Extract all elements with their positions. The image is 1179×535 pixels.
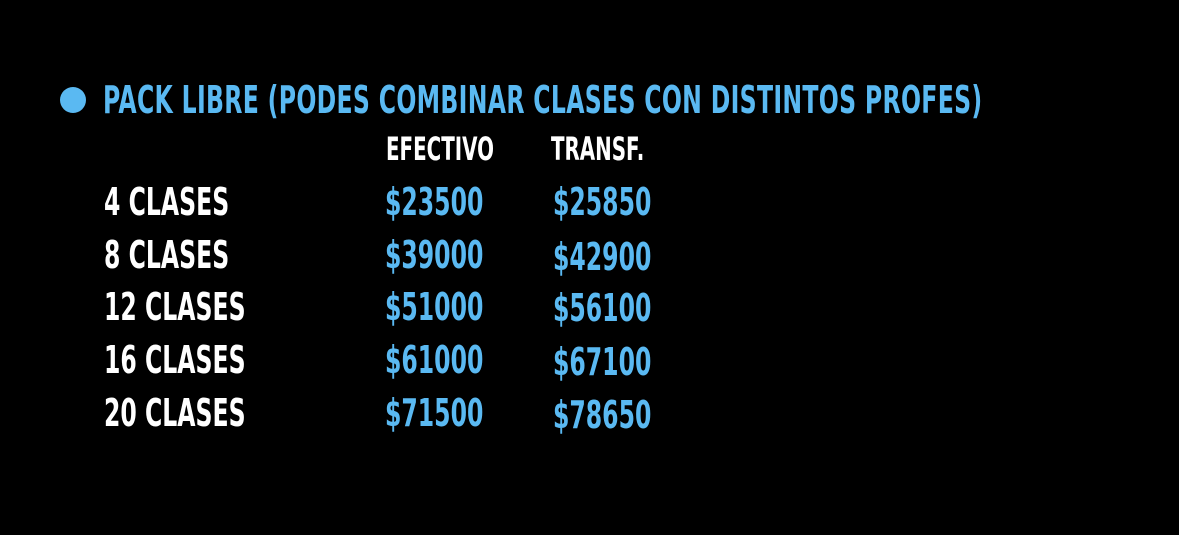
price-transfer-8-clases: $42900 bbox=[553, 235, 652, 279]
row-label-20-clases: 20 CLASES bbox=[104, 391, 246, 435]
pack-heading: PACK LIBRE (PODES COMBINAR CLASES CON DI… bbox=[60, 76, 1179, 124]
price-transfer-4-clases: $25850 bbox=[553, 180, 652, 224]
row-label-4-clases: 4 CLASES bbox=[104, 180, 230, 224]
price-cash-12-clases: $51000 bbox=[385, 285, 484, 329]
row-label-16-clases: 16 CLASES bbox=[104, 338, 246, 382]
column-header-transf: TRANSF. bbox=[551, 130, 645, 168]
column-header-efectivo: EFECTIVO bbox=[386, 130, 495, 168]
price-transfer-16-clases: $67100 bbox=[553, 340, 652, 384]
price-transfer-12-clases: $56100 bbox=[553, 286, 652, 330]
price-transfer-20-clases: $78650 bbox=[553, 393, 652, 437]
row-label-8-clases: 8 CLASES bbox=[104, 233, 230, 277]
pack-title: PACK LIBRE (PODES COMBINAR CLASES CON DI… bbox=[103, 78, 983, 122]
price-cash-4-clases: $23500 bbox=[385, 180, 484, 224]
row-label-12-clases: 12 CLASES bbox=[104, 285, 246, 329]
price-cash-20-clases: $71500 bbox=[385, 391, 484, 435]
price-cash-8-clases: $39000 bbox=[385, 233, 484, 277]
price-cash-16-clases: $61000 bbox=[385, 338, 484, 382]
bullet-dot-icon bbox=[60, 87, 86, 113]
